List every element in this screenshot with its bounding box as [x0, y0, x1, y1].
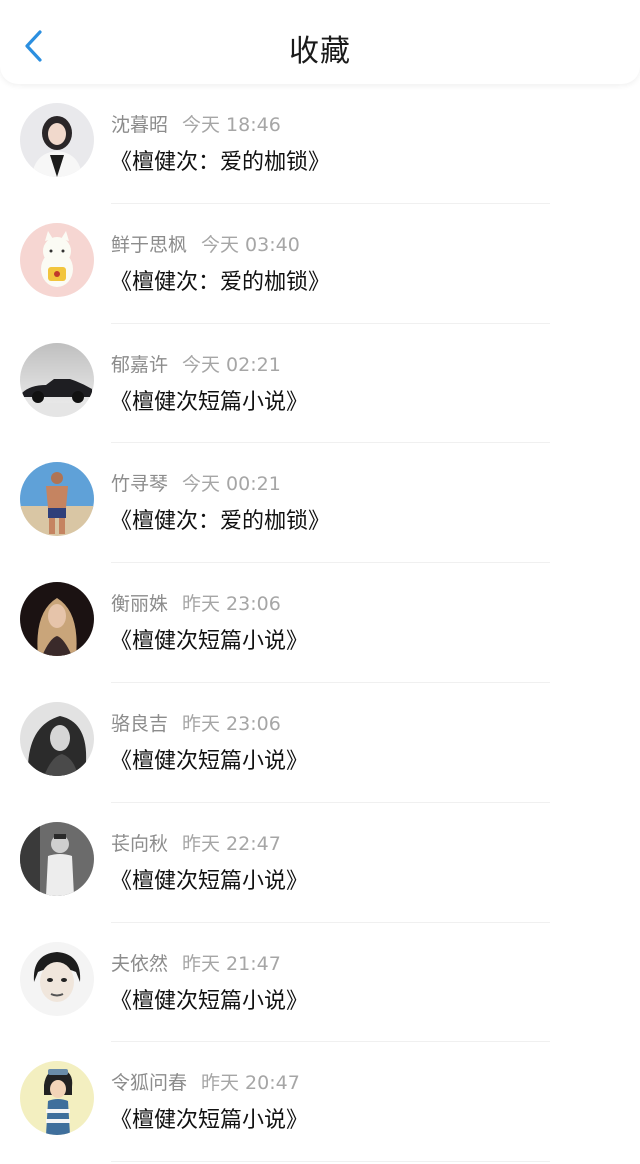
book-title[interactable]: 《檀健次短篇小说》 — [110, 743, 308, 775]
timestamp: 昨天 20:47 — [201, 1072, 300, 1095]
book-title[interactable]: 《檀健次：爱的枷锁》 — [110, 503, 330, 535]
user-name: 令狐问春 — [111, 1072, 188, 1095]
book-title[interactable]: 《檀健次短篇小说》 — [110, 983, 308, 1015]
avatar[interactable] — [20, 222, 94, 297]
avatar-woman-blonde-icon — [20, 582, 94, 657]
user-name: 鲜于思枫 — [111, 233, 188, 256]
user-name: 竹寻琴 — [111, 473, 169, 496]
avatar[interactable] — [20, 342, 94, 417]
avatar[interactable] — [20, 701, 94, 776]
book-title[interactable]: 《檀健次短篇小说》 — [110, 1102, 308, 1134]
user-name: 夫依然 — [111, 952, 169, 975]
book-title[interactable]: 《檀健次短篇小说》 — [110, 384, 308, 416]
page-title: 收藏 — [289, 34, 351, 69]
timestamp: 昨天 22:47 — [182, 832, 281, 855]
timestamp: 今天 00:21 — [182, 473, 281, 496]
avatar[interactable] — [20, 582, 94, 657]
timestamp: 今天 03:40 — [201, 233, 300, 256]
user-name: 骆良吉 — [111, 712, 169, 735]
timestamp: 昨天 23:06 — [182, 712, 281, 735]
user-name: 苌向秋 — [111, 832, 169, 855]
timestamp: 昨天 23:06 — [182, 593, 281, 616]
avatar-car-icon — [20, 342, 94, 417]
book-title[interactable]: 《檀健次短篇小说》 — [110, 863, 308, 895]
list-item[interactable]: 令狐问春 昨天 20:47 《檀健次短篇小说》 — [0, 1042, 640, 1163]
user-name: 郁嘉许 — [111, 353, 169, 376]
user-name: 沈暮昭 — [111, 114, 169, 136]
user-name: 衡丽姝 — [111, 593, 169, 616]
avatar[interactable] — [20, 1061, 94, 1136]
list-item[interactable]: 衡丽姝 昨天 23:06 《檀健次短篇小说》 — [0, 563, 640, 683]
avatar-man-beach-icon — [20, 462, 94, 537]
book-title[interactable]: 《檀健次：爱的枷锁》 — [110, 264, 330, 296]
avatar-girl-cartoon-icon — [20, 1061, 94, 1136]
favorites-list: 沈暮昭 今天 18:46 《檀健次：爱的枷锁》 鲜于思枫 今天 03:40 《檀健次… — [0, 84, 640, 1163]
list-item[interactable]: 骆良吉 昨天 23:06 《檀健次短篇小说》 — [0, 683, 640, 803]
list-item[interactable]: 沈暮昭 今天 18:46 《檀健次：爱的枷锁》 — [0, 84, 640, 204]
list-item[interactable]: 鲜于思枫 今天 03:40 《檀健次：爱的枷锁》 — [0, 204, 640, 324]
avatar[interactable] — [20, 103, 94, 177]
timestamp: 昨天 21:47 — [182, 952, 281, 975]
avatar-woman-sketch-icon — [20, 941, 94, 1016]
timestamp: 今天 02:21 — [182, 353, 281, 376]
book-title[interactable]: 《檀健次短篇小说》 — [110, 623, 308, 655]
avatar-lucky-cat-icon — [20, 222, 94, 297]
list-item[interactable]: 苌向秋 昨天 22:47 《檀健次短篇小说》 — [0, 803, 640, 923]
avatar[interactable] — [20, 941, 94, 1016]
book-title[interactable]: 《檀健次：爱的枷锁》 — [110, 144, 330, 176]
avatar-man-bw-icon — [20, 821, 94, 896]
timestamp: 今天 18:46 — [182, 114, 281, 136]
avatar[interactable] — [20, 821, 94, 896]
list-item[interactable]: 夫依然 昨天 21:47 《檀健次短篇小说》 — [0, 923, 640, 1043]
list-item[interactable]: 郁嘉许 今天 02:21 《檀健次短篇小说》 — [0, 324, 640, 444]
avatar-woman-bw-icon — [20, 701, 94, 776]
divider — [111, 1161, 550, 1163]
top-bar: 收藏 — [0, 0, 640, 84]
list-item[interactable]: 竹寻琴 今天 00:21 《檀健次：爱的枷锁》 — [0, 443, 640, 564]
avatar-woman-icon — [20, 103, 94, 177]
avatar[interactable] — [20, 462, 94, 537]
